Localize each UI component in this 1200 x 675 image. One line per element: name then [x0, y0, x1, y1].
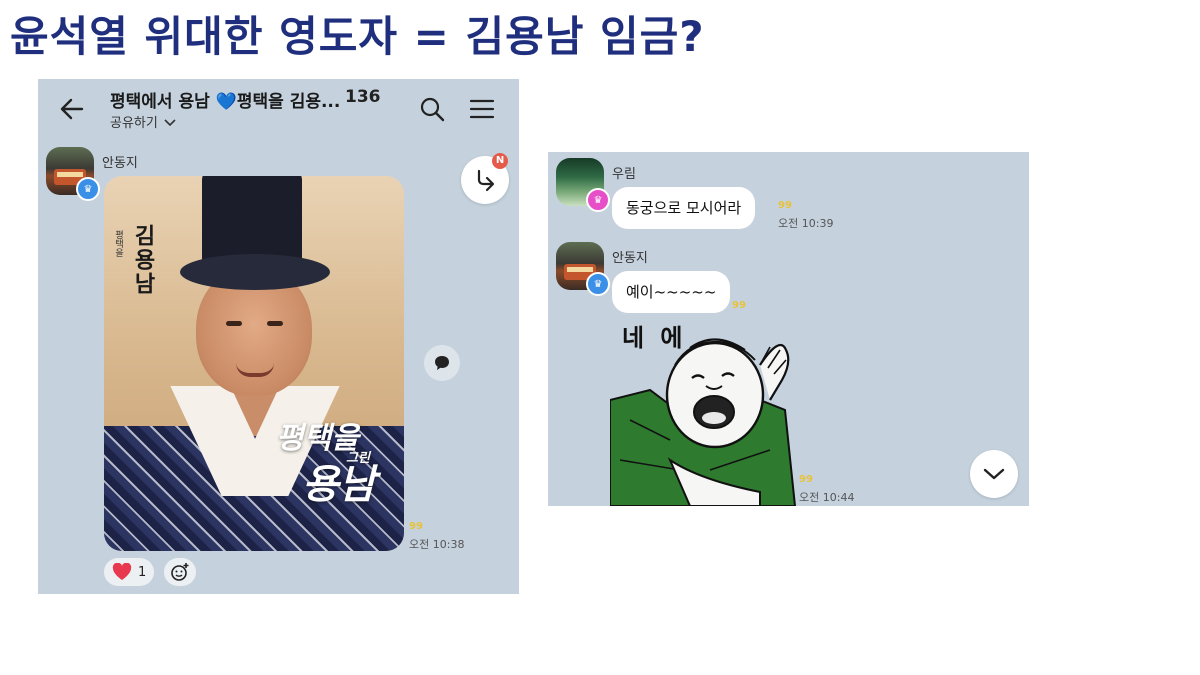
sender-name: 안동지 — [612, 251, 648, 266]
share-label: 공유하기 — [110, 116, 158, 131]
member-count: 136 — [345, 87, 381, 107]
calligraphy-line1: 평택을 — [276, 421, 359, 456]
add-reaction-button[interactable] — [164, 558, 196, 586]
read-count: 99 — [799, 474, 813, 485]
search-icon[interactable] — [418, 95, 446, 123]
speech-bubble-icon — [435, 356, 449, 370]
message-time: 오전 10:38 — [409, 538, 465, 551]
hat-brim — [180, 254, 330, 290]
cheering-character-illustration — [610, 338, 797, 506]
share-menu[interactable]: 공유하기 — [110, 112, 176, 131]
message-bubble[interactable]: 동궁으로 모시어라 — [612, 187, 756, 229]
poster-name: 김용남 — [130, 224, 155, 296]
share-arrow-icon — [477, 169, 495, 192]
read-count: 99 — [409, 521, 423, 532]
headline: 윤석열 위대한 영도자 = 김용남 임금? — [10, 12, 705, 61]
heart-icon — [112, 563, 132, 580]
message-time: 오전 10:44 — [799, 491, 855, 504]
crown-icon: ♛ — [586, 272, 610, 296]
back-arrow-icon[interactable] — [58, 95, 86, 123]
sender-name: 안동지 — [102, 156, 138, 171]
comment-button[interactable] — [424, 345, 460, 381]
poster-small-label: 평택을 — [113, 230, 123, 257]
chevron-down-icon — [983, 468, 1005, 480]
poster-image[interactable]: 평택을 김용남 평택을 그린 용남 — [104, 176, 404, 551]
eye-right — [267, 321, 283, 326]
scroll-down-button[interactable] — [970, 450, 1018, 498]
sender-name: 우림 — [612, 167, 636, 182]
eye-left — [226, 321, 242, 326]
smiley-plus-icon — [171, 563, 189, 581]
crown-icon: ♛ — [586, 188, 610, 212]
chat-room-title: 평택에서 용남 💙평택을 김용... — [110, 87, 340, 112]
left-chat-panel: 평택에서 용남 💙평택을 김용... 136 공유하기 ♛ 안동지 평택을 김용… — [38, 79, 519, 594]
menu-icon[interactable] — [468, 95, 496, 123]
read-count: 99 — [732, 300, 746, 311]
message-time: 오전 10:39 — [778, 217, 834, 230]
chevron-down-icon — [164, 119, 176, 127]
blue-heart-icon: 💙 — [215, 92, 237, 112]
new-badge: N — [492, 153, 508, 169]
title-prefix: 평택에서 용남 — [110, 92, 216, 112]
reaction-pill[interactable]: 1 — [104, 558, 155, 586]
crown-icon: ♛ — [76, 177, 100, 201]
poster-calligraphy: 평택을 그린 용남 — [276, 424, 401, 505]
reaction-count: 1 — [138, 564, 147, 580]
title-suffix: 평택을 김용... — [236, 92, 341, 112]
right-chat-panel: ♛ 우림 동궁으로 모시어라 99 오전 10:39 ♛ 안동지 예이~~~~~… — [548, 152, 1029, 506]
read-count: 99 — [778, 200, 792, 211]
message-bubble[interactable]: 예이~~~~~ — [612, 271, 731, 313]
calligraphy-line3: 용남 — [302, 461, 376, 508]
sticker-image[interactable]: 네 에 — [610, 320, 800, 506]
